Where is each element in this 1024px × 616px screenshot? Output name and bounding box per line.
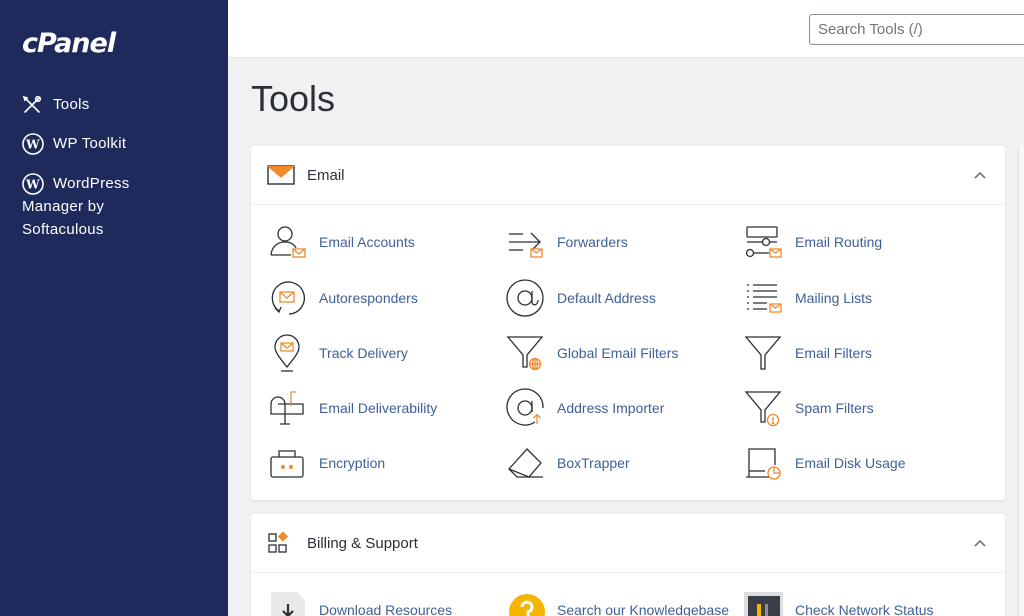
tool-email-disk-usage[interactable]: Email Disk Usage [743, 441, 905, 485]
tool-track-delivery[interactable]: Track Delivery [267, 331, 408, 375]
tool-label: Default Address [557, 290, 656, 306]
mailing-list-icon [743, 278, 783, 318]
section-header[interactable]: Email [251, 146, 1005, 205]
tool-label: Encryption [319, 455, 386, 471]
wordpress-icon: W [22, 172, 46, 195]
tool-label: Mailing Lists [795, 290, 873, 306]
envelope-icon [267, 163, 297, 187]
tool-label: Search our Knowledgebase [557, 602, 730, 616]
tool-label: Track Delivery [319, 345, 408, 361]
section-header[interactable]: Billing & Support [251, 514, 1005, 573]
tool-email-deliverability[interactable]: Email Deliverability [267, 386, 437, 430]
tool-default-address[interactable]: Default Address [505, 276, 656, 320]
sidebar: cPanel Tools W WP Toolkit W WordPress Ma… [0, 0, 228, 616]
email-section: Email Email Accounts Forwarders Email Ro… [251, 146, 1005, 500]
tool-check-network-status[interactable]: Check Network Status [743, 588, 934, 616]
sidebar-item-label: WordPress Manager by Softaculous [22, 175, 130, 238]
location-pin-icon [267, 333, 307, 373]
section-title: Billing & Support [307, 534, 418, 552]
tool-search-knowledgebase[interactable]: Search our Knowledgebase [505, 588, 729, 616]
adjacent-panel-edge [1018, 146, 1024, 616]
tool-label: Email Deliverability [319, 400, 438, 416]
chevron-up-icon[interactable] [973, 536, 987, 550]
grid-shapes-icon [267, 531, 297, 555]
tool-global-email-filters[interactable]: Global Email Filters [505, 331, 678, 375]
routing-icon [743, 222, 783, 262]
disk-usage-icon [743, 443, 783, 483]
tool-forwarders[interactable]: Forwarders [505, 220, 628, 264]
funnel-icon [743, 333, 783, 373]
tool-label: Download Resources [319, 602, 453, 616]
tool-encryption[interactable]: Encryption [267, 441, 385, 485]
tool-label: Global Email Filters [557, 345, 679, 361]
tool-label: Address Importer [557, 400, 665, 416]
download-icon [267, 590, 307, 616]
at-sign-icon [505, 278, 545, 318]
sidebar-item-wordpress-manager[interactable]: W WordPress Manager by Softaculous [22, 172, 253, 241]
billing-support-section: Billing & Support Download Resources Sea… [251, 514, 1005, 616]
page-title: Tools [251, 78, 336, 119]
tool-spam-filters[interactable]: Spam Filters [743, 386, 874, 430]
tool-email-accounts[interactable]: Email Accounts [267, 220, 415, 264]
tool-label: Spam Filters [795, 400, 874, 416]
tool-label: Forwarders [557, 234, 628, 250]
sidebar-item-label: Tools [53, 96, 90, 113]
tool-label: Autoresponders [319, 290, 418, 306]
tool-label: Email Accounts [319, 234, 415, 250]
forward-arrow-icon [505, 222, 545, 262]
funnel-globe-icon [505, 333, 545, 373]
tool-label: Email Filters [795, 345, 873, 361]
section-title: Email [307, 166, 345, 184]
top-bar [228, 0, 1024, 58]
tool-autoresponders[interactable]: Autoresponders [267, 276, 418, 320]
tool-label: BoxTrapper [557, 455, 630, 471]
funnel-alert-icon [743, 388, 783, 428]
tool-download-resources[interactable]: Download Resources [267, 588, 452, 616]
tools-icon [22, 93, 46, 116]
cpanel-logo[interactable]: cPanel [22, 28, 116, 59]
sidebar-item-label: WP Toolkit [53, 135, 127, 152]
sidebar-item-wp-toolkit[interactable]: W WP Toolkit [22, 132, 126, 155]
at-import-icon [505, 388, 545, 428]
user-mail-icon [267, 222, 307, 262]
tool-email-filters[interactable]: Email Filters [743, 331, 872, 375]
svg-text:W: W [25, 177, 40, 191]
network-status-icon [743, 590, 783, 616]
boxtrapper-icon [505, 443, 545, 483]
wordpress-icon: W [22, 132, 46, 155]
tool-address-importer[interactable]: Address Importer [505, 386, 664, 430]
tool-label: Check Network Status [795, 602, 934, 616]
sidebar-item-tools[interactable]: Tools [22, 93, 90, 116]
autoresponder-icon [267, 278, 307, 318]
knowledgebase-icon [505, 590, 545, 616]
tool-email-routing[interactable]: Email Routing [743, 220, 882, 264]
tool-label: Email Disk Usage [795, 455, 906, 471]
tool-mailing-lists[interactable]: Mailing Lists [743, 276, 872, 320]
lock-box-icon [267, 443, 307, 483]
tool-boxtrapper[interactable]: BoxTrapper [505, 441, 630, 485]
tool-label: Email Routing [795, 234, 883, 250]
search-input[interactable] [809, 14, 1024, 45]
chevron-up-icon[interactable] [973, 168, 987, 182]
svg-text:W: W [25, 137, 40, 151]
mailbox-icon [267, 388, 307, 428]
